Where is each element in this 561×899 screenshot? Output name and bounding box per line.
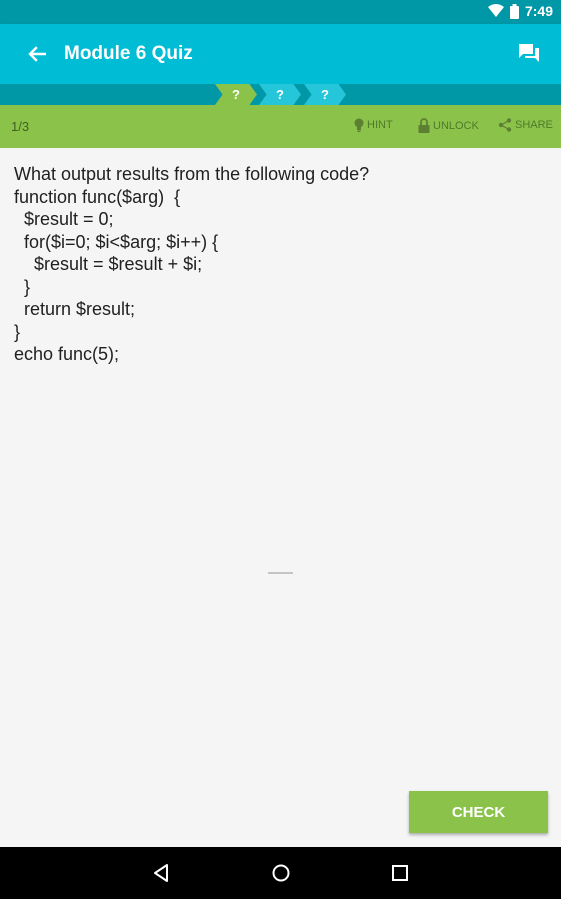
chat-icon	[519, 44, 539, 62]
arrow-back-icon	[28, 46, 46, 62]
status-icons: 7:49	[487, 3, 553, 19]
code-line: for($i=0; $i<$arg; $i++) {	[14, 231, 219, 252]
hint-label: HINT	[367, 119, 393, 131]
page-title: Module 6 Quiz	[64, 43, 193, 64]
code-line: function func($arg) {	[14, 186, 181, 207]
lock-icon	[418, 118, 430, 133]
nav-recents-button[interactable]	[388, 861, 412, 885]
triangle-back-icon	[154, 864, 168, 882]
app-bar: Module 6 Quiz	[0, 24, 561, 84]
code-line: echo func(5);	[14, 344, 120, 364]
check-button[interactable]: CHECK	[409, 791, 548, 833]
answer-divider	[268, 572, 293, 574]
circle-home-icon	[272, 864, 290, 882]
status-bar: 7:49	[0, 0, 561, 24]
code-line: $result = 0;	[14, 209, 114, 229]
wifi-icon	[487, 4, 504, 17]
progress-step-2[interactable]: ?	[259, 84, 301, 105]
code-line: return $result;	[14, 299, 136, 319]
nav-back-button[interactable]	[150, 861, 174, 885]
comments-button[interactable]	[517, 41, 541, 65]
quiz-toolbar: 1/3 HINT UNLOCK SHARE	[0, 105, 561, 148]
share-label: SHARE	[515, 119, 553, 131]
share-button[interactable]: SHARE	[498, 118, 553, 132]
unlock-button[interactable]: UNLOCK	[418, 118, 479, 133]
square-recents-icon	[392, 865, 408, 881]
question-progress: ? ? ?	[0, 84, 561, 105]
unlock-label: UNLOCK	[433, 119, 479, 132]
status-time: 7:49	[524, 3, 553, 19]
battery-icon	[509, 3, 519, 19]
back-button[interactable]	[24, 42, 50, 66]
code-line: }	[14, 276, 31, 297]
lightbulb-icon	[354, 118, 364, 132]
navigation-bar	[0, 847, 561, 899]
question-text: What output results from the following c…	[14, 163, 544, 366]
question-counter: 1/3	[11, 119, 30, 134]
code-line: $result = $result + $i;	[14, 254, 203, 274]
progress-step-3[interactable]: ?	[304, 84, 346, 105]
code-line: }	[14, 321, 21, 342]
hint-button[interactable]: HINT	[354, 118, 393, 132]
share-icon	[498, 118, 512, 132]
progress-step-1[interactable]: ?	[215, 84, 257, 105]
question-prompt: What output results from the following c…	[14, 164, 370, 184]
nav-home-button[interactable]	[269, 861, 293, 885]
